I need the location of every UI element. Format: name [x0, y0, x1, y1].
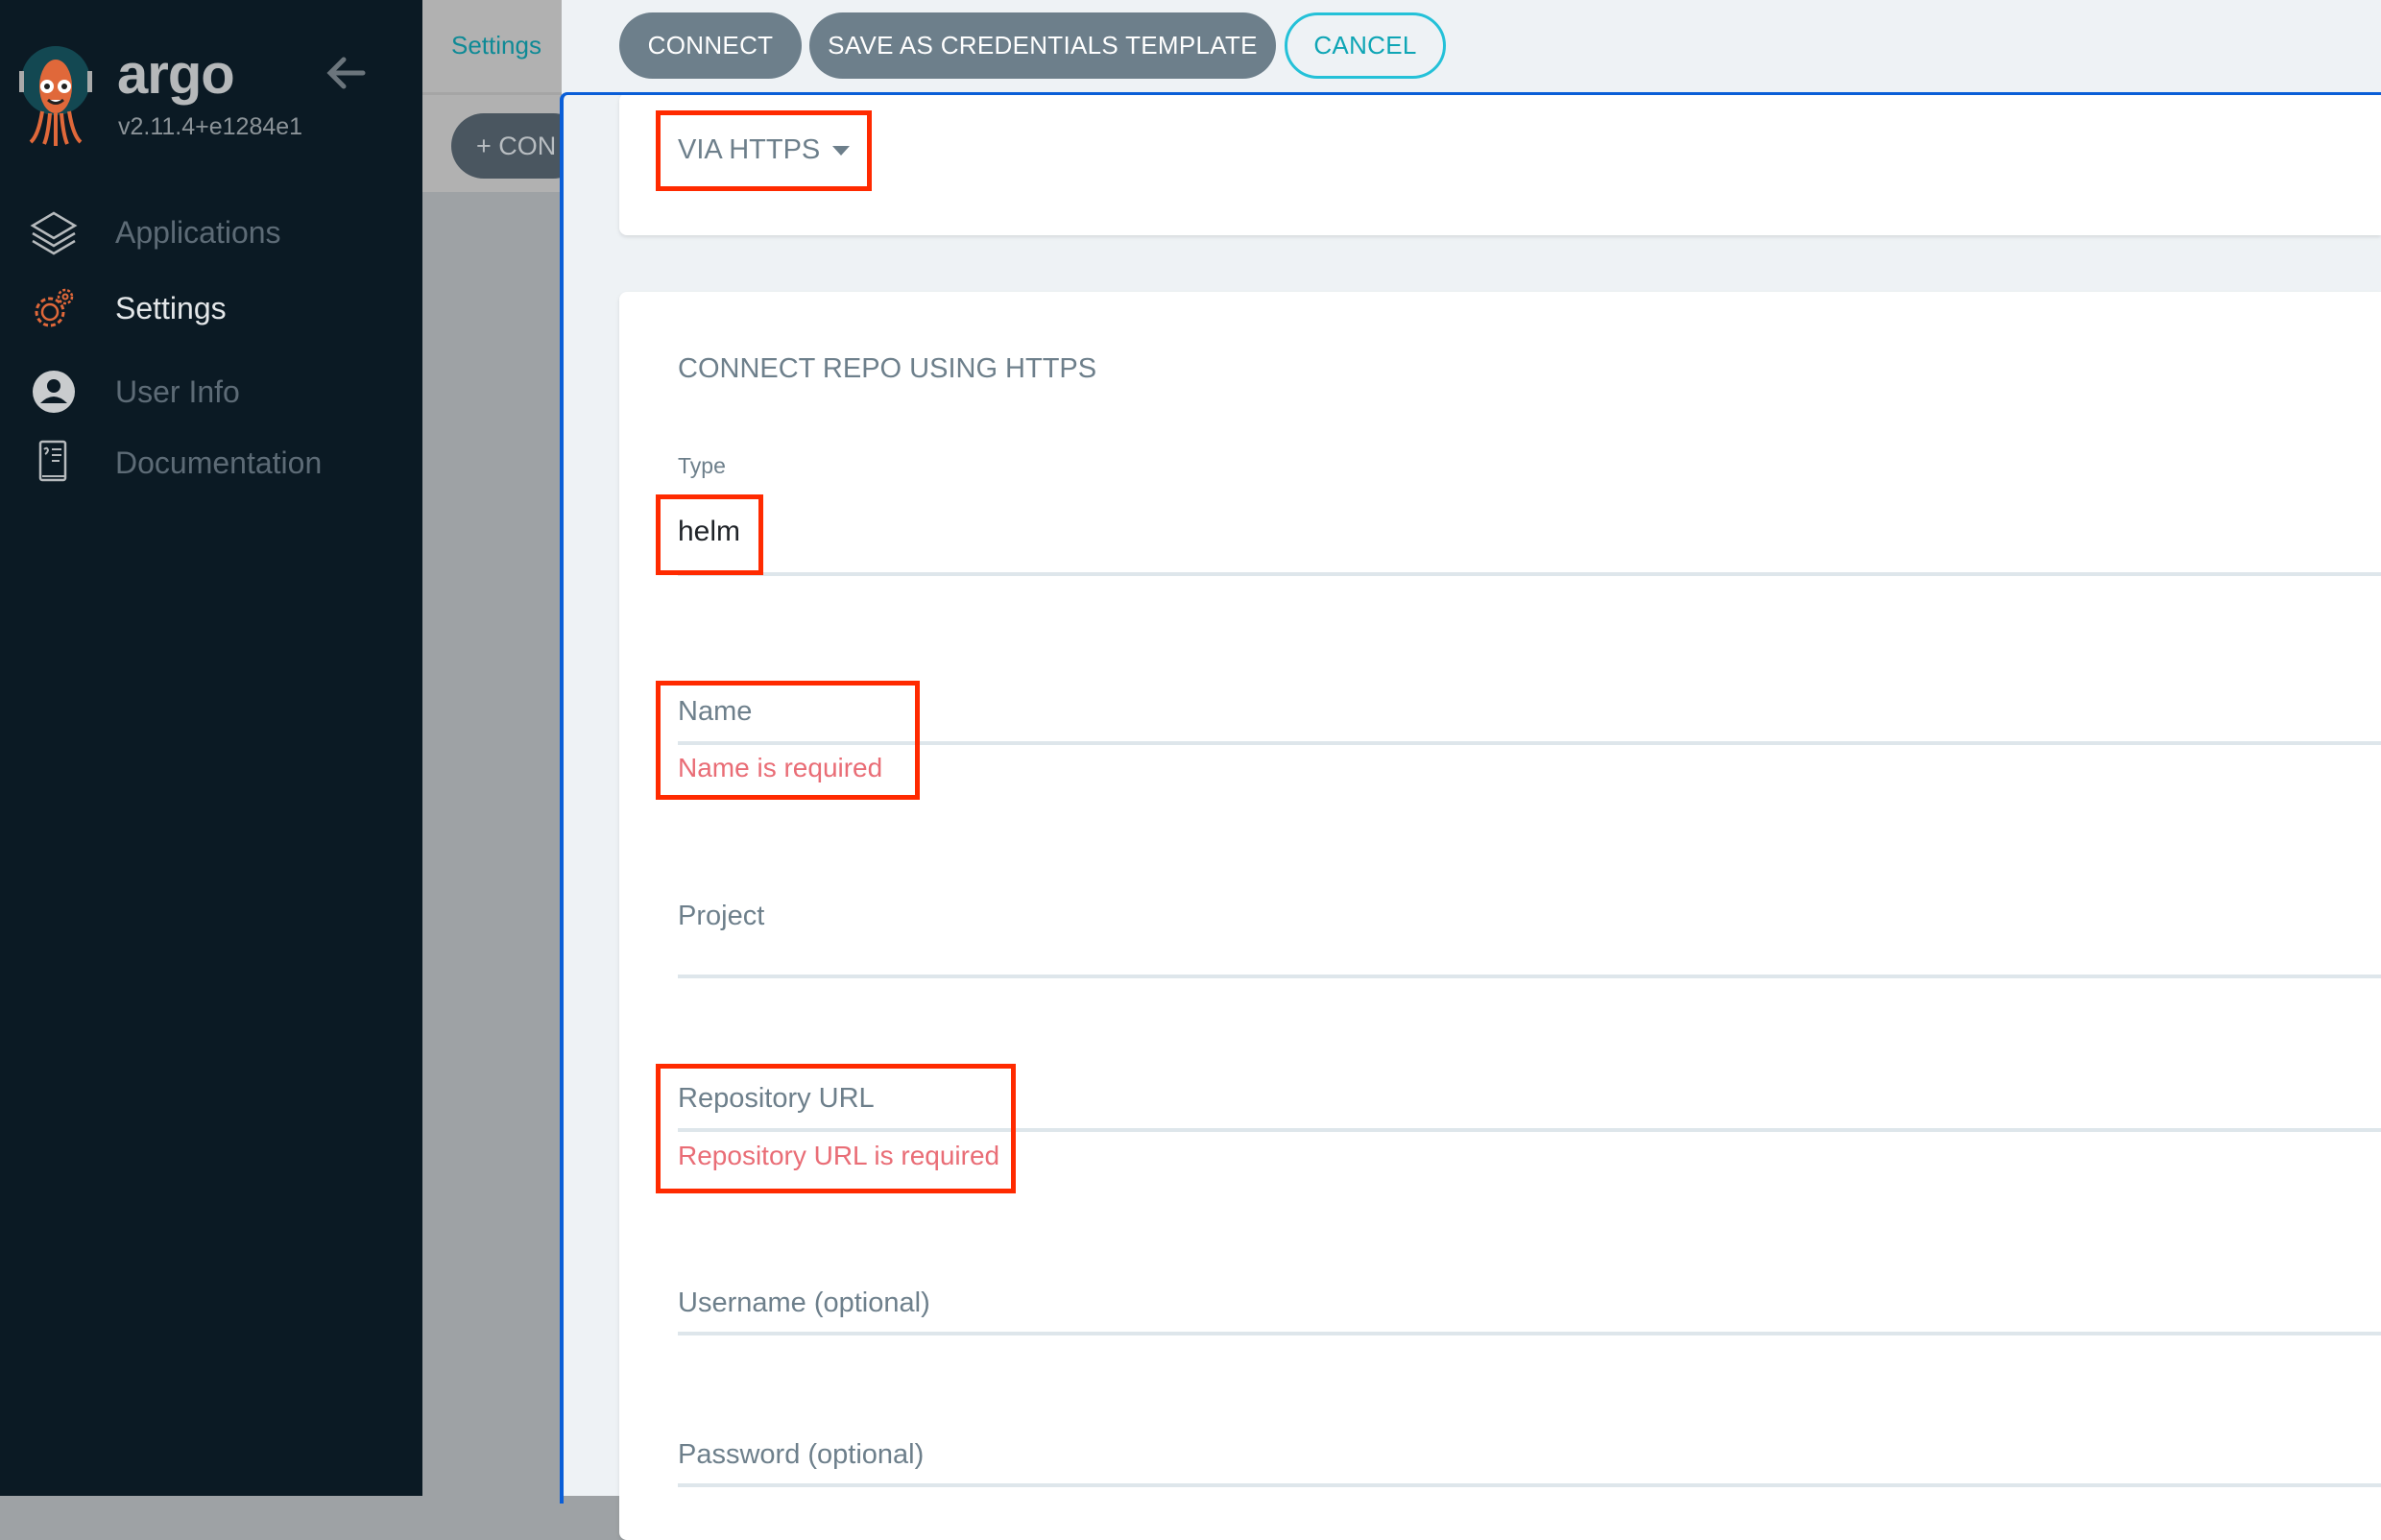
breadcrumb[interactable]: Settings	[451, 31, 541, 60]
gears-icon	[35, 288, 74, 327]
sidebar-item-label: User Info	[115, 373, 240, 409]
save-as-credentials-template-button[interactable]: SAVE AS CREDENTIALS TEMPLATE	[809, 12, 1276, 79]
connect-button[interactable]: CONNECT	[619, 12, 802, 79]
version-label: v2.11.4+e1284e1	[118, 113, 303, 140]
sidebar-item-label: Documentation	[115, 445, 323, 480]
user-circle-icon	[33, 371, 75, 413]
collapse-arrow-icon[interactable]	[326, 56, 367, 90]
sidebar-item-label: Applications	[115, 214, 281, 250]
sidebar: argo v2.11.4+e1284e1 Applications Settin…	[0, 0, 422, 1496]
sidebar-item-applications[interactable]: Applications	[0, 199, 422, 266]
sidebar-item-settings[interactable]: Settings	[0, 275, 422, 342]
cancel-button[interactable]: CANCEL	[1285, 12, 1446, 79]
highlight-box-name	[656, 681, 920, 800]
sidebar-item-user-info[interactable]: User Info	[0, 358, 422, 425]
brand-name: argo	[117, 43, 235, 106]
highlight-box-repository-url	[656, 1064, 1016, 1193]
argo-logo	[19, 46, 92, 146]
layers-icon	[30, 211, 78, 255]
divider	[422, 92, 562, 95]
sidebar-item-label: Settings	[115, 290, 227, 325]
sidebar-item-documentation[interactable]: Documentation	[0, 429, 422, 496]
highlight-box-method	[656, 110, 872, 191]
highlight-box-type	[656, 494, 763, 575]
book-icon	[38, 440, 67, 482]
